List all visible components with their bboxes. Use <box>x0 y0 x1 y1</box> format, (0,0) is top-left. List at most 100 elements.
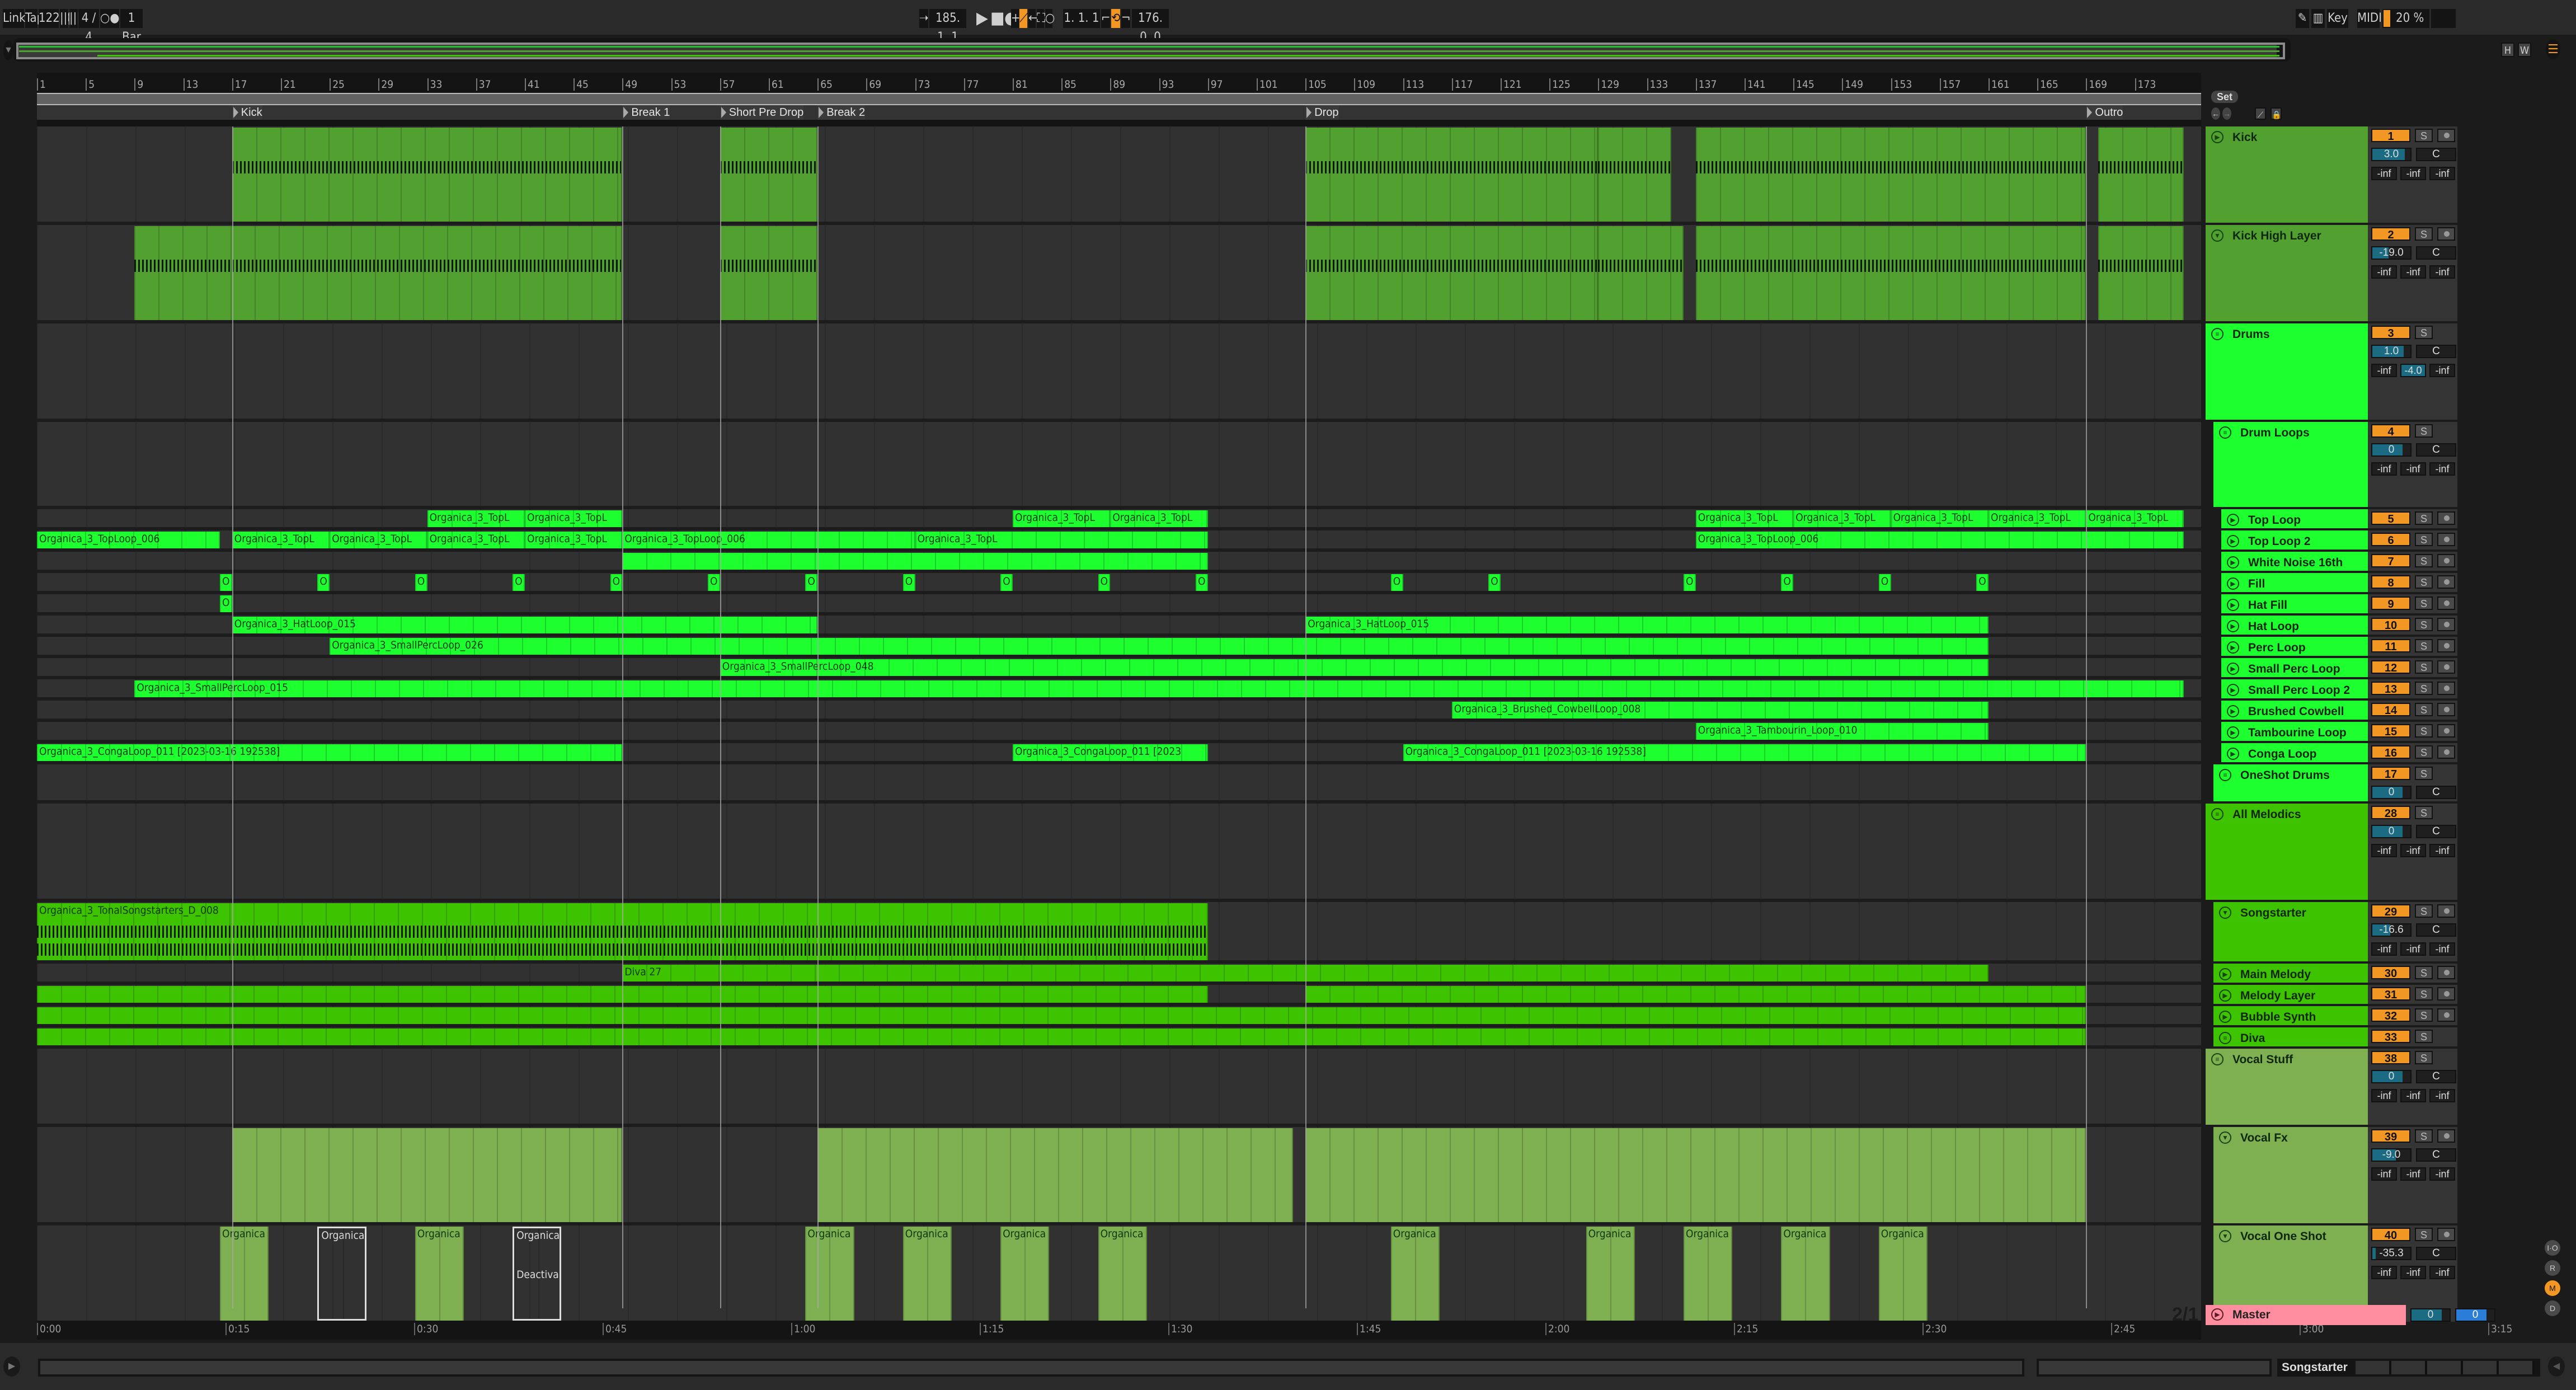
play-clip-icon[interactable]: ▶ <box>2227 726 2239 739</box>
volume-field[interactable]: 0 <box>2371 825 2412 838</box>
master-volume[interactable]: 0 <box>2410 1308 2451 1322</box>
play-clip-icon[interactable]: ▶ <box>2219 989 2231 1002</box>
send-field[interactable]: -inf <box>2371 1167 2397 1181</box>
track-activator[interactable]: 9 <box>2371 597 2410 611</box>
arm-button[interactable] <box>2437 745 2455 759</box>
track-activator[interactable]: 4 <box>2371 424 2410 438</box>
send-field[interactable]: -inf <box>2429 844 2455 857</box>
loop-icon[interactable]: ⟲ <box>1111 9 1121 28</box>
pan-field[interactable]: C <box>2416 923 2456 937</box>
play-clip-icon[interactable]: ▶ <box>2211 131 2224 143</box>
track-activator[interactable]: 3 <box>2371 326 2410 340</box>
clip[interactable]: Organica_3_SmallPercLoop_026 <box>330 638 1989 655</box>
solo-button[interactable]: S <box>2415 129 2433 142</box>
browser-toggle-icon[interactable]: ☰ <box>2546 39 2560 59</box>
track-activator[interactable]: 7 <box>2371 554 2410 568</box>
clip[interactable]: Organica_3_TopL <box>427 510 525 527</box>
solo-button[interactable]: S <box>2415 806 2433 819</box>
track-activator[interactable]: 32 <box>2371 1008 2410 1022</box>
next-locator-button[interactable]: → <box>2222 107 2231 120</box>
tempo-field[interactable]: 122.00 <box>39 9 77 28</box>
track-activator[interactable]: 8 <box>2371 575 2410 589</box>
clip[interactable] <box>1598 128 1672 222</box>
send-field[interactable]: -inf <box>2400 167 2426 180</box>
play-clip-icon[interactable]: ▶ <box>2219 968 2231 980</box>
midi-map-button[interactable]: MIDI <box>2357 9 2382 28</box>
fold-down-icon[interactable]: ▼ <box>2219 907 2231 919</box>
metronome-nudge-up[interactable]: |||| <box>69 9 84 28</box>
track-activator[interactable]: 39 <box>2371 1129 2410 1143</box>
io-toggle[interactable]: I·O <box>2545 1240 2560 1256</box>
clip[interactable]: Organica_3_TopL <box>427 532 525 548</box>
pan-field[interactable]: C <box>2416 786 2456 799</box>
send-field[interactable]: -inf <box>2429 1089 2455 1102</box>
pan-field[interactable]: C <box>2416 443 2456 457</box>
time-ruler[interactable]: 0:00 0:15 0:30 0:45 1:00 1:15 1:30 1:45 2:00 2:15… <box>37 1321 2512 1340</box>
send-field[interactable]: -inf <box>2429 364 2455 377</box>
send-field[interactable]: -inf <box>2371 1089 2397 1102</box>
locator-short-pre-drop[interactable]: Short Pre Drop <box>720 105 804 120</box>
clip[interactable]: Organica_3_TopL <box>1110 510 1208 527</box>
arm-button[interactable] <box>2437 511 2455 525</box>
pan-field[interactable]: C <box>2416 1148 2456 1162</box>
clip[interactable]: Organica_3_Brushed_CowbellLoop_008 <box>1451 702 1989 719</box>
arm-button[interactable] <box>2437 554 2455 567</box>
clip[interactable]: O <box>317 574 330 591</box>
clip[interactable] <box>1305 128 1599 222</box>
clip[interactable] <box>37 1007 2086 1024</box>
clip[interactable]: O <box>1878 574 1891 591</box>
solo-button[interactable]: S <box>2415 575 2433 589</box>
link-button[interactable]: Link <box>3 9 26 28</box>
locator-break-1[interactable]: Break 1 <box>622 105 670 120</box>
locator-break-2[interactable]: Break 2 <box>817 105 866 120</box>
send-field[interactable]: -inf <box>2400 265 2426 279</box>
track-activator[interactable]: 2 <box>2371 227 2410 241</box>
play-clip-icon[interactable]: ▶ <box>2227 705 2239 717</box>
clip[interactable]: O <box>1684 574 1696 591</box>
mixer-toggle[interactable]: M <box>2545 1280 2560 1296</box>
add-icon[interactable]: + <box>1011 9 1021 28</box>
automation-icon[interactable]: ⟋ <box>2255 107 2266 120</box>
quantize-dropdown[interactable]: 1 Bar <box>120 9 143 44</box>
track-lane[interactable] <box>37 764 2201 804</box>
pan-field[interactable]: C <box>2416 1070 2456 1083</box>
arm-button[interactable] <box>2437 904 2455 918</box>
volume-field[interactable]: -16.6 <box>2371 923 2412 937</box>
arm-button[interactable] <box>2437 1008 2455 1022</box>
solo-button[interactable]: S <box>2415 1228 2433 1241</box>
loop-brace[interactable] <box>37 93 2201 105</box>
volume-field[interactable]: 1.0 <box>2371 345 2412 358</box>
track-header[interactable]: White Noise 16th riser▶ 7S <box>2206 552 2457 583</box>
clip[interactable]: Organica_3_SmallPercLoop_048 <box>720 659 1989 676</box>
send-field[interactable]: -inf <box>2400 1167 2426 1181</box>
clip[interactable]: Organica_3_TopL <box>1989 510 2086 527</box>
send-field[interactable]: -inf <box>2371 265 2397 279</box>
arrangement-overview[interactable] <box>13 38 2291 62</box>
track-activator[interactable]: 5 <box>2371 511 2410 525</box>
solo-button[interactable]: S <box>2415 597 2433 610</box>
track-activator[interactable]: 30 <box>2371 966 2410 980</box>
clip[interactable]: Organica <box>1781 1227 1830 1321</box>
track-header[interactable]: Melody Layer ▶ 31 S <box>2206 985 2457 1004</box>
track-activator[interactable]: 11 <box>2371 639 2410 653</box>
send-field[interactable]: -inf <box>2429 167 2455 180</box>
track-header[interactable]: Fill ▶ 8 S <box>2206 573 2457 592</box>
metronome-toggle[interactable]: ○● <box>100 9 120 28</box>
arm-button[interactable] <box>2437 660 2455 674</box>
solo-button[interactable]: S <box>2415 533 2433 546</box>
clip[interactable]: O <box>902 574 915 591</box>
automation-arm-icon[interactable]: ⟋ <box>1019 9 1028 28</box>
fold-down-icon[interactable]: ▼ <box>2219 1131 2231 1144</box>
track-activator[interactable]: 12 <box>2371 660 2410 674</box>
arm-button[interactable] <box>2437 682 2455 695</box>
punch-out-icon[interactable]: ¬ <box>1121 9 1131 28</box>
send-field[interactable]: -inf <box>2400 942 2426 956</box>
send-field[interactable]: -inf <box>2371 364 2397 377</box>
clip[interactable]: O <box>1390 574 1403 591</box>
track-header[interactable]: Brushed Cowbell Loop▶ 14 S <box>2206 701 2457 731</box>
track-lane[interactable] <box>37 323 2201 422</box>
clip[interactable]: O <box>1488 574 1501 591</box>
send-field[interactable]: -inf <box>2400 462 2426 476</box>
track-activator[interactable]: 29 <box>2371 904 2410 918</box>
pan-field[interactable]: C <box>2416 345 2456 358</box>
